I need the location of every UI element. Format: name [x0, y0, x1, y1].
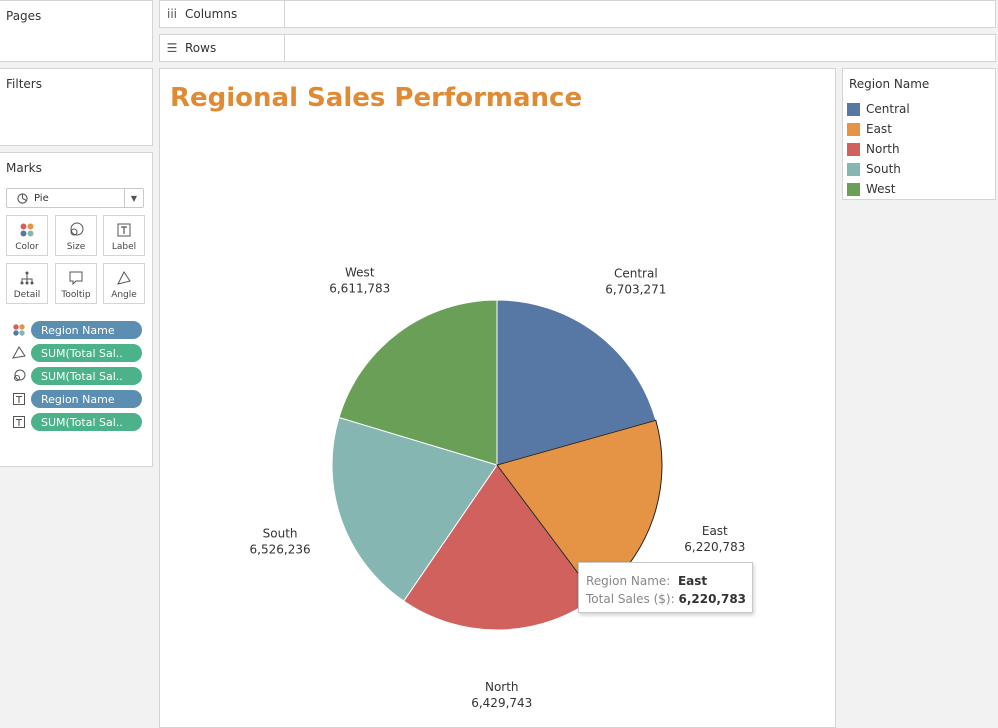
pill-total-sales-label[interactable]: SUM(Total Sal..: [31, 413, 142, 431]
marks-panel: Marks Pie ▼ Color Size Label Detail Tool…: [0, 152, 153, 467]
filters-title: Filters: [6, 77, 42, 91]
columns-icon: iii: [166, 7, 177, 21]
tooltip-sales-value: 6,220,783: [678, 592, 747, 606]
angle-button-label: Angle: [111, 290, 137, 300]
color-icon: [19, 222, 35, 238]
size-icon: [12, 369, 26, 383]
pill-row-angle: SUM(Total Sal..: [12, 344, 142, 362]
legend-label: East: [866, 122, 892, 136]
rows-label: Rows: [185, 41, 217, 55]
pages-panel[interactable]: Pages: [0, 0, 153, 62]
legend-swatch: [847, 102, 860, 116]
tooltip-button[interactable]: Tooltip: [55, 263, 97, 304]
rows-shelf-header: ☰ Rows: [166, 41, 217, 55]
legend-label: North: [866, 142, 900, 156]
pill-row-color: Region Name: [12, 321, 142, 339]
pill-row-label-sales: SUM(Total Sal..: [12, 413, 142, 431]
detail-button[interactable]: Detail: [6, 263, 48, 304]
legend-item-central[interactable]: Central: [847, 101, 910, 117]
legend-swatch: [847, 142, 860, 156]
pill-total-sales-size[interactable]: SUM(Total Sal..: [31, 367, 142, 385]
pie-label-south: South 6,526,236: [250, 526, 311, 556]
legend-item-east[interactable]: East: [847, 121, 892, 137]
angle-icon: [116, 270, 132, 286]
legend-swatch: [847, 122, 860, 136]
size-button[interactable]: Size: [55, 215, 97, 256]
mark-type-label: Pie: [34, 192, 49, 204]
tooltip-button-label: Tooltip: [61, 290, 91, 300]
pie-label-east: East 6,220,783: [684, 524, 745, 554]
legend-label: Central: [866, 102, 910, 116]
pill-row-size: SUM(Total Sal..: [12, 367, 142, 385]
legend-item-north[interactable]: North: [847, 141, 900, 157]
color-button[interactable]: Color: [6, 215, 48, 256]
marks-title: Marks: [6, 161, 42, 175]
angle-button[interactable]: Angle: [103, 263, 145, 304]
columns-shelf[interactable]: iii Columns: [159, 0, 996, 28]
pie-mark-icon: [17, 192, 28, 204]
pages-title: Pages: [6, 9, 42, 23]
size-button-label: Size: [66, 242, 86, 252]
tooltip-row-region: Region Name: East: [586, 572, 752, 590]
legend-swatch: [847, 162, 860, 176]
color-icon: [12, 323, 26, 337]
mark-type-dropdown[interactable]: Pie ▼: [6, 188, 144, 208]
pie-chart: Central 6,703,271East 6,220,783North 6,429,…: [250, 265, 746, 710]
legend-swatch: [847, 182, 860, 196]
label-button-label: Label: [111, 242, 137, 252]
filters-panel[interactable]: Filters: [0, 68, 153, 146]
detail-button-label: Detail: [13, 290, 41, 300]
tooltip-region-value: East: [677, 574, 708, 588]
label-button[interactable]: Label: [103, 215, 145, 256]
label-icon: [116, 222, 132, 238]
tooltip-region-key: Region Name:: [586, 574, 671, 588]
color-legend[interactable]: Region Name Central East North South Wes…: [842, 68, 996, 200]
pie-label-central: Central 6,703,271: [605, 267, 666, 297]
tooltip-sales-key: Total Sales ($):: [586, 592, 675, 606]
tooltip-icon: [68, 270, 84, 286]
rows-shelf[interactable]: ☰ Rows: [159, 34, 996, 62]
label-icon: [12, 392, 26, 406]
color-button-label: Color: [15, 242, 39, 252]
tooltip-row-sales: Total Sales ($): 6,220,783: [586, 590, 752, 608]
size-icon: [68, 222, 84, 238]
pill-row-label-region: Region Name: [12, 390, 142, 408]
legend-label: West: [866, 182, 896, 196]
detail-icon: [19, 270, 35, 286]
pie-label-north: North 6,429,743: [471, 680, 532, 710]
pie-label-west: West 6,611,783: [329, 265, 390, 295]
angle-icon: [12, 346, 26, 360]
columns-label: Columns: [185, 7, 238, 21]
shelf-divider: [284, 35, 285, 61]
legend-item-south[interactable]: South: [847, 161, 901, 177]
pill-total-sales-angle[interactable]: SUM(Total Sal..: [31, 344, 142, 362]
chevron-down-icon[interactable]: ▼: [124, 189, 143, 207]
pill-region-name-color[interactable]: Region Name: [31, 321, 142, 339]
legend-label: South: [866, 162, 901, 176]
columns-shelf-header: iii Columns: [166, 7, 237, 21]
rows-icon: ☰: [166, 41, 178, 55]
mark-tooltip: Region Name: East Total Sales ($): 6,220…: [578, 562, 753, 613]
label-icon: [12, 415, 26, 429]
shelf-divider: [284, 1, 285, 27]
legend-item-west[interactable]: West: [847, 181, 896, 197]
pill-region-name-label[interactable]: Region Name: [31, 390, 142, 408]
legend-title: Region Name: [849, 77, 930, 91]
